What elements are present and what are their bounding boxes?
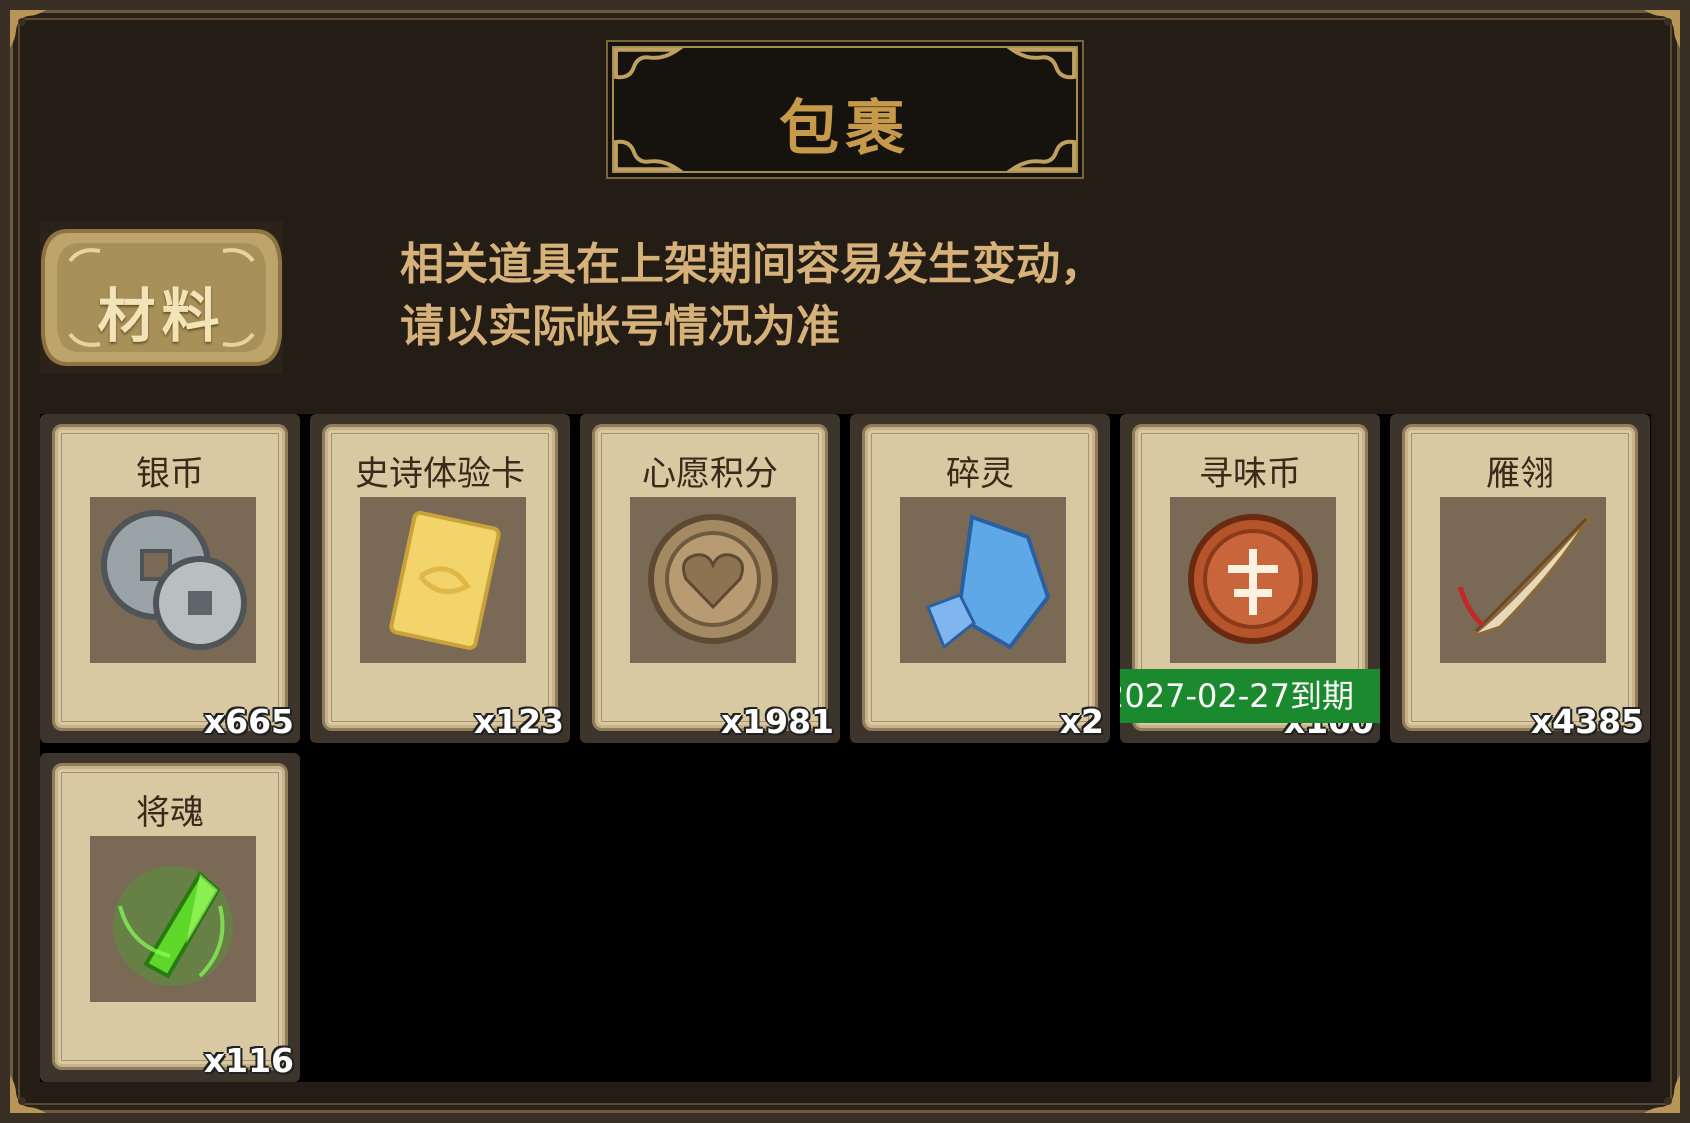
item-quantity: x2: [1059, 702, 1104, 741]
item-slot[interactable]: 银币 x665: [40, 414, 300, 743]
notice-line-1: 相关道具在上架期间容易发生变动，: [400, 239, 1104, 290]
epic-card-icon: [360, 497, 526, 663]
green-crystal-icon: [90, 836, 256, 1002]
item-slot[interactable]: 史诗体验卡 x123: [310, 414, 570, 743]
tab-materials[interactable]: 材料: [40, 221, 283, 374]
heart-coin-icon: [630, 497, 796, 663]
notice-text: 相关道具在上架期间容易发生变动， 请以实际帐号情况为准: [400, 234, 1200, 358]
tab-label: 材料: [97, 282, 226, 350]
item-name: 银币: [136, 454, 204, 494]
item-name: 雁翎: [1486, 454, 1554, 494]
item-quantity: x1981: [720, 702, 834, 741]
item-name: 寻味币: [1199, 454, 1301, 494]
item-name: 史诗体验卡: [355, 454, 525, 494]
item-name: 碎灵: [946, 454, 1014, 494]
item-slot[interactable]: 心愿积分 x1981: [580, 414, 840, 743]
item-quantity: x123: [473, 702, 564, 741]
corner-ornament-icon: [1630, 6, 1684, 60]
title-banner: 包裹: [606, 40, 1084, 179]
item-grid: 银币 x665 史诗体验卡 x123 心愿积分 x1981 碎灵 x2 寻味币 …: [40, 414, 1651, 1082]
flavor-coin-icon: [1170, 497, 1336, 663]
corner-ornament-icon: [6, 6, 60, 60]
item-slot[interactable]: 将魂 x116: [40, 753, 300, 1082]
notice-line-2: 请以实际帐号情况为准: [400, 301, 840, 352]
item-slot[interactable]: 碎灵 x2: [850, 414, 1110, 743]
feather-icon: [1440, 497, 1606, 663]
item-quantity: x4385: [1530, 702, 1644, 741]
expiry-badge: 2027-02-27到期: [1120, 669, 1380, 723]
item-name: 心愿积分: [642, 454, 778, 494]
silver-coin-icon: [90, 497, 256, 663]
item-quantity: x116: [203, 1041, 294, 1080]
item-slot[interactable]: 雁翎 x4385: [1390, 414, 1650, 743]
crystal-fragment-icon: [900, 497, 1066, 663]
item-name: 将魂: [136, 793, 204, 833]
page-title: 包裹: [779, 94, 911, 164]
item-slot[interactable]: 寻味币 x100 2027-02-27到期: [1120, 414, 1380, 743]
item-quantity: x665: [203, 702, 294, 741]
